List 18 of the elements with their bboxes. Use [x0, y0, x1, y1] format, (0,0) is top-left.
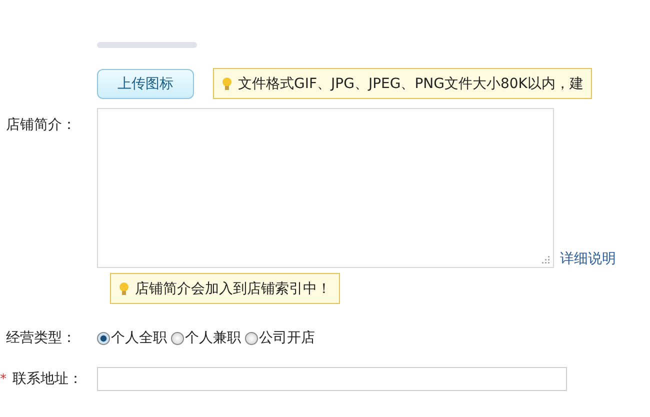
hint-text: 店铺简介会加入到店铺索引中！	[135, 280, 331, 298]
radio-button[interactable]	[97, 332, 110, 344]
field-label: 联系地址：	[12, 370, 82, 388]
field-label: 店铺简介：	[5, 116, 76, 134]
required-mark: *	[0, 372, 6, 386]
radio-label: 个人兼职	[185, 329, 241, 347]
radio-button[interactable]	[245, 332, 258, 344]
radio-button[interactable]	[171, 332, 184, 344]
resize-grip-icon	[541, 255, 550, 264]
radio-label: 公司开店	[259, 329, 315, 347]
field-label: 经营类型：	[5, 329, 76, 347]
address-input-field[interactable]	[97, 367, 567, 391]
radio-label: 个人全职	[111, 329, 167, 347]
lightbulb-icon	[119, 282, 129, 296]
lightbulb-icon	[222, 76, 232, 90]
hint-text: 文件格式GIF、JPG、JPEG、PNG文件大小80K以内，建	[238, 74, 584, 92]
details-link[interactable]: 详细说明	[560, 250, 616, 268]
upload-icon-button[interactable]: 上传图标	[97, 68, 194, 98]
